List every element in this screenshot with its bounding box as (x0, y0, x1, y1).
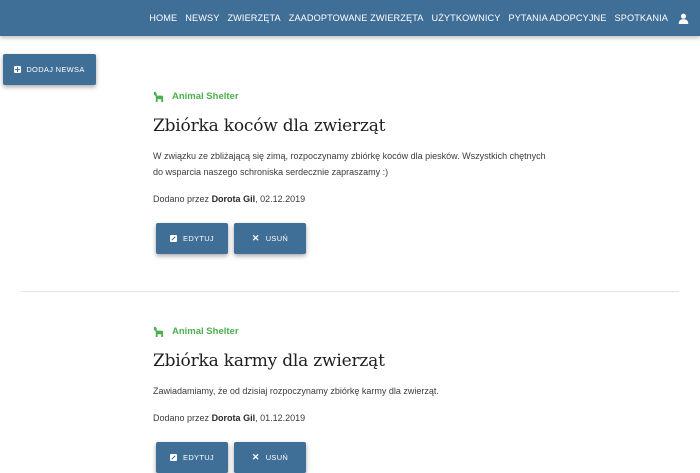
post-meta: Dodano przez Dorota Gil, 01.12.2019 (153, 413, 573, 423)
post-actions: EDYTUJ ✕ USUŃ (156, 442, 312, 473)
added-by-label: Dodano przez (153, 413, 210, 423)
nav-item-meetings[interactable]: SPOTKANIA (615, 13, 669, 23)
added-by-label: Dodano przez (153, 194, 210, 204)
add-news-button[interactable]: DODAJ NEWSA (3, 54, 96, 85)
nav-menu: HOME NEWSY ZWIERZĘTA ZAADOPTOWANE ZWIERZ… (141, 0, 690, 36)
delete-button[interactable]: ✕ USUŃ (234, 442, 306, 473)
edit-button[interactable]: EDYTUJ (156, 223, 228, 254)
post-title: Zbiórka koców dla zwierząt (153, 116, 386, 136)
delete-label: USUŃ (265, 234, 289, 243)
post-source-label: Animal Shelter (172, 90, 239, 102)
post-actions: EDYTUJ ✕ USUŃ (156, 223, 312, 254)
close-icon: ✕ (251, 233, 260, 243)
news-post: Animal Shelter Zbiórka karmy dla zwierzą… (153, 324, 573, 473)
post-author: Dorota Gil (211, 413, 256, 423)
post-meta: Dodano przez Dorota Gil, 02.12.2019 (153, 194, 573, 204)
divider (21, 291, 679, 292)
delete-label: USUŃ (265, 453, 289, 462)
post-source: Animal Shelter (153, 89, 573, 103)
close-icon: ✕ (251, 452, 260, 462)
post-author: Dorota Gil (211, 194, 256, 204)
dog-icon (153, 91, 164, 102)
dog-icon (153, 326, 164, 337)
post-body: Zawiadamiamy, że od dzisiaj rozpoczynamy… (153, 386, 439, 396)
user-icon[interactable] (678, 12, 690, 24)
edit-icon (170, 454, 178, 461)
edit-button[interactable]: EDYTUJ (156, 442, 228, 473)
nav-item-news[interactable]: NEWSY (185, 13, 219, 23)
post-title: Zbiórka karmy dla zwierząt (153, 351, 385, 371)
nav-item-adopted-animals[interactable]: ZAADOPTOWANE ZWIERZĘTA (289, 13, 424, 23)
plus-icon (14, 66, 22, 73)
delete-button[interactable]: ✕ USUŃ (234, 223, 306, 254)
nav-item-users[interactable]: UŻYTKOWNICY (431, 13, 500, 23)
nav-item-home[interactable]: HOME (149, 13, 177, 23)
post-source-label: Animal Shelter (172, 325, 239, 337)
nav-item-animals[interactable]: ZWIERZĘTA (227, 13, 280, 23)
edit-label: EDYTUJ (183, 453, 214, 462)
news-post: Animal Shelter Zbiórka koców dla zwierzą… (153, 89, 573, 254)
nav-item-adoption-questions[interactable]: PYTANIA ADOPCYJNE (508, 13, 606, 23)
post-source: Animal Shelter (153, 324, 573, 338)
post-date: , 01.12.2019 (255, 413, 306, 423)
edit-label: EDYTUJ (183, 234, 214, 243)
post-body: W związku ze zbliżającą się zimą, rozpoc… (153, 151, 546, 177)
post-date: , 02.12.2019 (255, 194, 306, 204)
add-news-label: DODAJ NEWSA (26, 65, 85, 74)
top-navbar: HOME NEWSY ZWIERZĘTA ZAADOPTOWANE ZWIERZ… (0, 0, 700, 36)
edit-icon (170, 235, 178, 242)
